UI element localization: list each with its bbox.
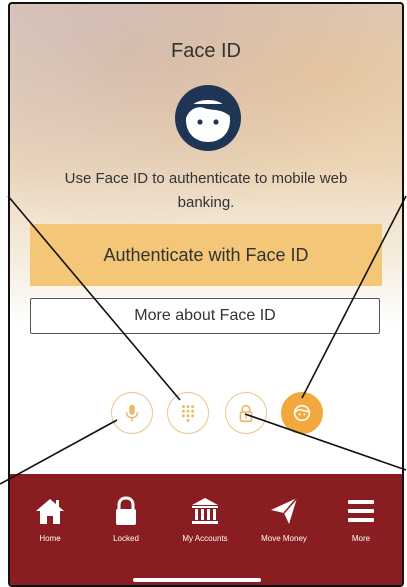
microphone-icon (125, 404, 139, 422)
auth-method-selector (111, 392, 323, 436)
microphone-button[interactable] (111, 392, 153, 434)
nav-item-my-accounts[interactable]: My Accounts (167, 474, 243, 554)
more-about-face-id-button[interactable]: More about Face ID (30, 298, 380, 334)
nav-label-my-accounts: My Accounts (182, 534, 228, 543)
face-id-icon (175, 85, 241, 151)
description-text: Use Face ID to authenticate to mobile we… (64, 170, 348, 211)
home-icon (36, 499, 64, 524)
nav-item-home[interactable]: Home (12, 474, 88, 554)
nav-item-locked[interactable]: Locked (88, 474, 164, 554)
face-id-icon (293, 404, 311, 422)
send-icon (271, 497, 298, 524)
nav-label-move-money: Move Money (261, 534, 307, 543)
phone-screen: Face ID Use Face ID to authenticate to m… (8, 2, 404, 587)
nav-label-home: Home (39, 534, 61, 543)
face-id-method-button[interactable] (281, 392, 323, 434)
nav-item-move-money[interactable]: Move Money (246, 474, 322, 554)
bank-icon (192, 498, 218, 524)
keypad-button[interactable] (167, 392, 209, 434)
nav-label-locked: Locked (113, 534, 139, 543)
authenticate-face-id-button[interactable]: Authenticate with Face ID (30, 224, 382, 286)
lock-icon (116, 496, 136, 525)
nav-label-more: More (351, 534, 371, 543)
nav-item-more[interactable]: More (323, 474, 399, 554)
page-title: Face ID (170, 40, 242, 62)
home-indicator (133, 578, 261, 582)
menu-icon (348, 500, 374, 522)
lock-icon (239, 404, 253, 423)
lock-button[interactable] (225, 392, 267, 434)
keypad-icon (181, 405, 195, 422)
bottom-navigation: Home Locked My Accounts Move Money More (10, 474, 402, 585)
